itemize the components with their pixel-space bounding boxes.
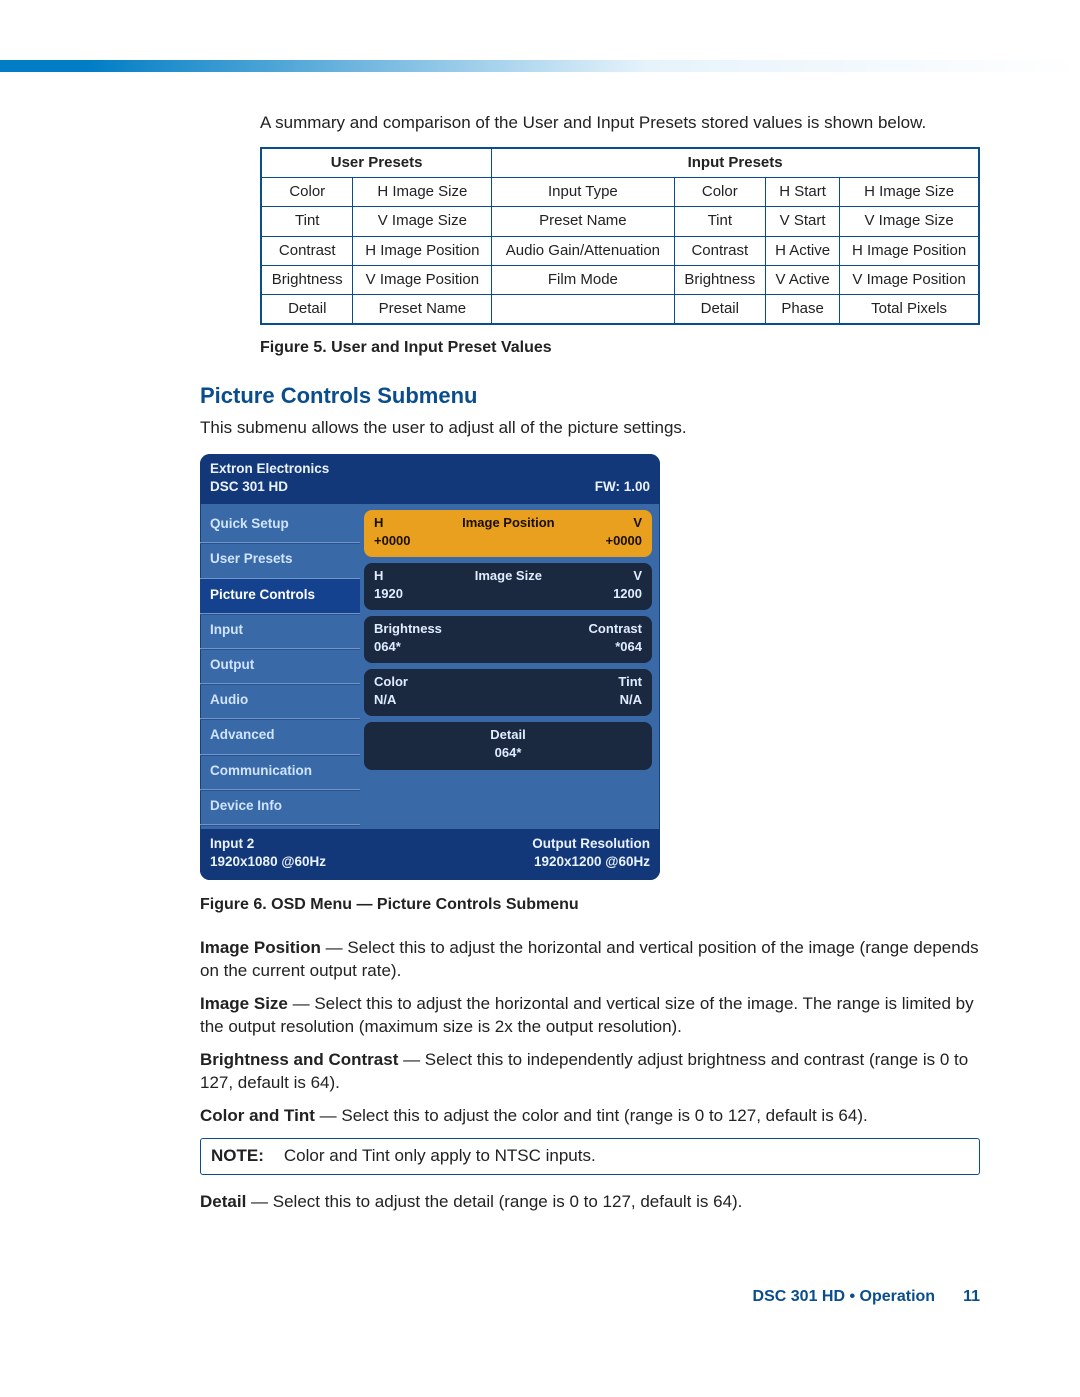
field-brightness-contrast[interactable]: Brightness Contrast 064* *064	[364, 616, 652, 663]
sidebar-item-input[interactable]: Input	[200, 614, 360, 649]
field-image-position[interactable]: H Image Position V +0000 +0000	[364, 510, 652, 557]
page-content: A summary and comparison of the User and…	[0, 72, 1080, 1332]
figure5-caption: Figure 5. User and Input Preset Values	[260, 337, 980, 359]
section-heading: Picture Controls Submenu	[200, 381, 980, 411]
section-intro: This submenu allows the user to adjust a…	[200, 417, 980, 440]
osd-firmware: FW: 1.00	[595, 478, 650, 496]
sidebar-item-quick-setup[interactable]: Quick Setup	[200, 508, 360, 543]
osd-brand: Extron Electronics	[210, 460, 329, 478]
gradient-band	[0, 60, 1080, 72]
sidebar-item-picture-controls[interactable]: Picture Controls	[200, 579, 360, 614]
preset-values-table: User Presets Input Presets ColorH Image …	[260, 147, 980, 326]
table-row: ContrastH Image Position Audio Gain/Atte…	[261, 236, 979, 265]
field-color-tint[interactable]: Color Tint N/A N/A	[364, 669, 652, 716]
desc-image-size: Image Size — Select this to adjust the h…	[200, 993, 980, 1039]
osd-model: DSC 301 HD	[210, 478, 329, 496]
table-row: ColorH Image Size Input TypeColor H Star…	[261, 178, 979, 207]
note-text: Color and Tint only apply to NTSC inputs…	[284, 1145, 596, 1168]
desc-brightness-contrast: Brightness and Contrast — Select this to…	[200, 1049, 980, 1095]
osd-sidebar: Quick Setup User Presets Picture Control…	[200, 504, 360, 829]
footer-input-value: 1920x1080 @60Hz	[210, 853, 326, 871]
intro-text: A summary and comparison of the User and…	[260, 112, 980, 135]
footer-output-label: Output Resolution	[532, 835, 650, 853]
note-box: NOTE: Color and Tint only apply to NTSC …	[200, 1138, 980, 1175]
field-detail[interactable]: Detail 064*	[364, 722, 652, 769]
table-row: BrightnessV Image Position Film ModeBrig…	[261, 265, 979, 294]
sidebar-item-advanced[interactable]: Advanced	[200, 719, 360, 754]
figure6-caption: Figure 6. OSD Menu — Picture Controls Su…	[200, 894, 980, 916]
osd-main: H Image Position V +0000 +0000 H Image S…	[360, 504, 660, 829]
sidebar-item-output[interactable]: Output	[200, 649, 360, 684]
table-row: TintV Image Size Preset NameTint V Start…	[261, 207, 979, 236]
desc-image-position: Image Position — Select this to adjust t…	[200, 937, 980, 983]
th-user-presets: User Presets	[261, 148, 492, 178]
field-image-size[interactable]: H Image Size V 1920 1200	[364, 563, 652, 610]
osd-header: Extron Electronics DSC 301 HD FW: 1.00	[200, 454, 660, 504]
footer-output-value: 1920x1200 @60Hz	[532, 853, 650, 871]
sidebar-item-user-presets[interactable]: User Presets	[200, 543, 360, 578]
desc-detail: Detail — Select this to adjust the detai…	[200, 1191, 980, 1214]
th-input-presets: Input Presets	[492, 148, 979, 178]
footer-input-label: Input 2	[210, 835, 326, 853]
sidebar-item-device-info[interactable]: Device Info	[200, 790, 360, 825]
table-row: DetailPreset Name Detail PhaseTotal Pixe…	[261, 295, 979, 325]
osd-panel: Extron Electronics DSC 301 HD FW: 1.00 Q…	[200, 454, 660, 880]
sidebar-item-communication[interactable]: Communication	[200, 755, 360, 790]
note-label: NOTE:	[211, 1145, 264, 1168]
desc-color-tint: Color and Tint — Select this to adjust t…	[200, 1105, 980, 1128]
page-footer: DSC 301 HD • Operation11	[753, 1286, 980, 1308]
sidebar-item-audio[interactable]: Audio	[200, 684, 360, 719]
osd-footer: Input 2 1920x1080 @60Hz Output Resolutio…	[200, 829, 660, 879]
